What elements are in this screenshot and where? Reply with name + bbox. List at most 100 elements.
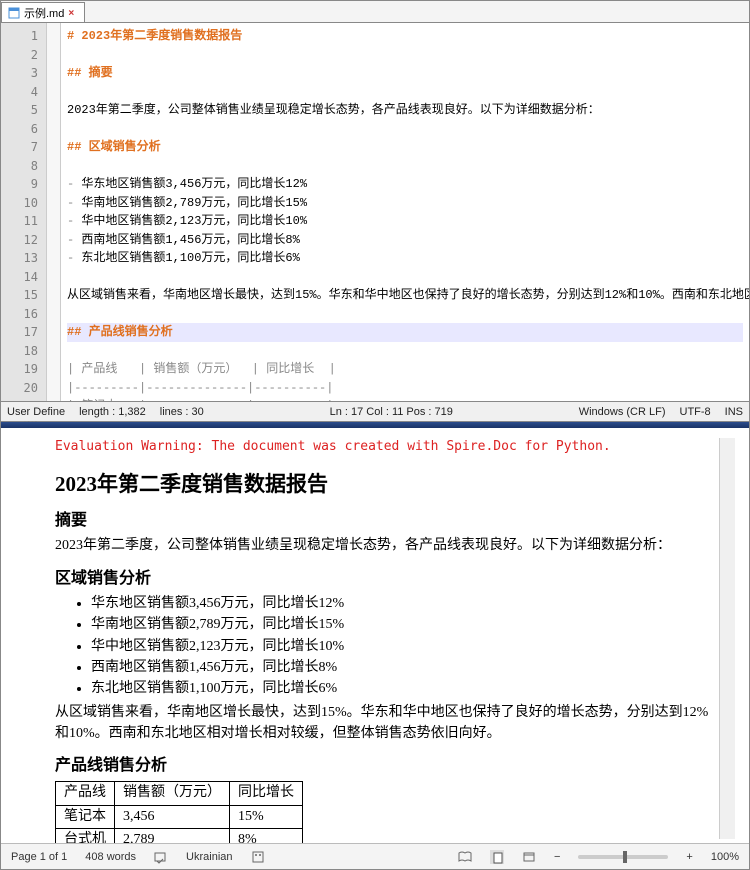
- status-pos: Ln : 17 Col : 11 Pos : 719: [330, 406, 453, 418]
- status-lines: lines : 30: [160, 406, 204, 418]
- line-number: 20: [1, 379, 38, 398]
- doc-p-region: 从区域销售来看，华南地区增长最快，达到15%。华东和华中地区也保持了良好的增长态…: [55, 703, 719, 744]
- code-line[interactable]: - 西南地区销售额1,456万元，同比增长8%: [67, 231, 743, 250]
- code-line[interactable]: # 2023年第二季度销售数据报告: [67, 27, 743, 46]
- status-length: length : 1,382: [79, 406, 146, 418]
- web-layout-icon[interactable]: [522, 850, 536, 864]
- line-number: 8: [1, 157, 38, 176]
- print-layout-icon[interactable]: [490, 850, 504, 864]
- file-tab[interactable]: 示例.md ×: [1, 2, 85, 22]
- line-number: 10: [1, 194, 38, 213]
- table-row: 笔记本3,45615%: [56, 805, 303, 828]
- status-page[interactable]: Page 1 of 1: [11, 851, 67, 863]
- table-cell: 3,456: [115, 805, 230, 828]
- line-number: 1: [1, 27, 38, 46]
- zoom-level[interactable]: 100%: [711, 851, 739, 863]
- status-words[interactable]: 408 words: [85, 851, 136, 863]
- status-language[interactable]: Ukrainian: [186, 851, 232, 863]
- code-line[interactable]: [67, 83, 743, 102]
- code-line[interactable]: - 华中地区销售额2,123万元，同比增长10%: [67, 212, 743, 231]
- table-cell: 15%: [230, 805, 303, 828]
- doc-h2-summary: 摘要: [55, 509, 719, 532]
- line-number: 2: [1, 46, 38, 65]
- line-number: 4: [1, 83, 38, 102]
- product-table: 产品线销售额（万元）同比增长笔记本3,45615%台式机2,7898%: [55, 781, 303, 843]
- tab-filename: 示例.md: [24, 5, 64, 21]
- table-cell: 笔记本: [56, 805, 115, 828]
- code-line[interactable]: | 产品线 | 销售额（万元） | 同比增长 |: [67, 360, 743, 379]
- close-icon[interactable]: ×: [68, 8, 78, 18]
- document-content[interactable]: Evaluation Warning: The document was cre…: [55, 438, 719, 839]
- table-header: 同比增长: [230, 782, 303, 805]
- code-area[interactable]: # 2023年第二季度销售数据报告 ## 摘要 2023年第二季度，公司整体销售…: [61, 23, 749, 401]
- code-line[interactable]: - 华东地区销售额3,456万元，同比增长12%: [67, 175, 743, 194]
- code-line[interactable]: |---------|--------------|----------|: [67, 379, 743, 398]
- table-cell: 台式机: [56, 828, 115, 843]
- vertical-scrollbar[interactable]: [719, 438, 735, 839]
- code-editor-pane: 示例.md × 12345678910111213141516171819202…: [1, 1, 749, 422]
- zoom-out-button[interactable]: −: [554, 851, 560, 863]
- status-ins[interactable]: INS: [725, 406, 743, 418]
- line-number: 13: [1, 249, 38, 268]
- spellcheck-icon[interactable]: [154, 850, 168, 864]
- doc-h1: 2023年第二季度销售数据报告: [55, 469, 719, 499]
- zoom-slider[interactable]: [578, 855, 668, 859]
- status-lang: User Define: [7, 406, 65, 418]
- code-line[interactable]: - 东北地区销售额1,100万元，同比增长6%: [67, 249, 743, 268]
- file-icon: [8, 7, 20, 19]
- line-number: 7: [1, 138, 38, 157]
- code-line[interactable]: | 笔记本 | 3,456 | 15% |: [67, 397, 743, 401]
- line-number: 11: [1, 212, 38, 231]
- document-viewer-pane: Evaluation Warning: The document was cre…: [1, 428, 749, 869]
- doc-p-summary: 2023年第二季度，公司整体销售业绩呈现稳定增长态势，各产品线表现良好。以下为详…: [55, 536, 719, 556]
- code-line[interactable]: [67, 120, 743, 139]
- code-line[interactable]: ## 摘要: [67, 64, 743, 83]
- line-number: 5: [1, 101, 38, 120]
- line-number: 14: [1, 268, 38, 287]
- list-item: 华南地区销售额2,789万元，同比增长15%: [91, 615, 719, 635]
- line-number: 9: [1, 175, 38, 194]
- evaluation-warning: Evaluation Warning: The document was cre…: [55, 438, 719, 457]
- region-list: 华东地区销售额3,456万元，同比增长12%华南地区销售额2,789万元，同比增…: [91, 594, 719, 699]
- doc-status-bar: Page 1 of 1 408 words Ukrainian − + 100%: [1, 843, 749, 869]
- code-line[interactable]: [67, 157, 743, 176]
- line-number: 19: [1, 360, 38, 379]
- line-number-gutter: 12345678910111213141516171819202122: [1, 23, 47, 401]
- list-item: 华东地区销售额3,456万元，同比增长12%: [91, 594, 719, 614]
- read-mode-icon[interactable]: [458, 850, 472, 864]
- status-enc[interactable]: UTF-8: [680, 406, 711, 418]
- table-header: 销售额（万元）: [115, 782, 230, 805]
- code-line[interactable]: ## 区域销售分析: [67, 138, 743, 157]
- code-line[interactable]: [67, 305, 743, 324]
- list-item: 东北地区销售额1,100万元，同比增长6%: [91, 679, 719, 699]
- line-number: 15: [1, 286, 38, 305]
- code-line[interactable]: [67, 342, 743, 361]
- line-number: 12: [1, 231, 38, 250]
- code-line[interactable]: - 华南地区销售额2,789万元，同比增长15%: [67, 194, 743, 213]
- status-eol[interactable]: Windows (CR LF): [579, 406, 666, 418]
- code-line[interactable]: ## 产品线销售分析: [67, 323, 743, 342]
- code-line[interactable]: [67, 268, 743, 287]
- table-cell: 2,789: [115, 828, 230, 843]
- code-line[interactable]: 2023年第二季度，公司整体销售业绩呈现稳定增长态势，各产品线表现良好。以下为详…: [67, 101, 743, 120]
- table-row: 台式机2,7898%: [56, 828, 303, 843]
- editor-status-bar: User Define length : 1,382 lines : 30 Ln…: [1, 401, 749, 421]
- doc-h2-region: 区域销售分析: [55, 567, 719, 590]
- line-number: 16: [1, 305, 38, 324]
- editor-body: 12345678910111213141516171819202122 # 20…: [1, 23, 749, 401]
- line-number: 17: [1, 323, 38, 342]
- doc-h2-product: 产品线销售分析: [55, 754, 719, 777]
- table-header: 产品线: [56, 782, 115, 805]
- table-cell: 8%: [230, 828, 303, 843]
- list-item: 华中地区销售额2,123万元，同比增长10%: [91, 637, 719, 657]
- code-line[interactable]: 从区域销售来看，华南地区增长最快，达到15%。华东和华中地区也保持了良好的增长态…: [67, 286, 743, 305]
- zoom-in-button[interactable]: +: [686, 851, 692, 863]
- line-number: 3: [1, 64, 38, 83]
- document-body: Evaluation Warning: The document was cre…: [1, 428, 749, 843]
- line-number: 6: [1, 120, 38, 139]
- line-number: 18: [1, 342, 38, 361]
- code-line[interactable]: [67, 46, 743, 65]
- macro-icon[interactable]: [251, 850, 265, 864]
- tab-bar: 示例.md ×: [1, 1, 749, 23]
- fold-column: [47, 23, 61, 401]
